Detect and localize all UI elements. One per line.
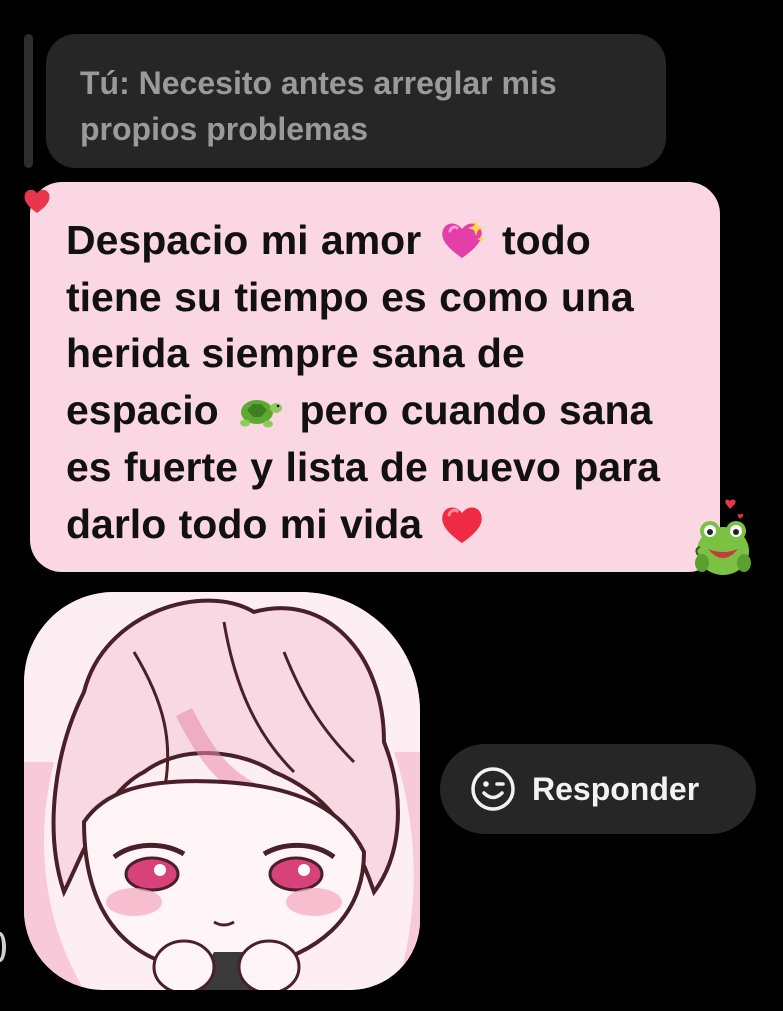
sparkling-heart-icon	[438, 218, 486, 262]
red-heart-icon	[438, 502, 486, 546]
turtle-icon	[235, 388, 283, 432]
quoted-message-text: Tú: Necesito antes arreglar mis propios …	[80, 65, 557, 147]
message-text-part-1: Despacio mi amor	[66, 217, 434, 263]
reaction-heart-icon	[24, 189, 50, 213]
quoted-message[interactable]: Tú: Necesito antes arreglar mis propios …	[46, 34, 666, 168]
message-bubble[interactable]: Despacio mi amor todo tiene su tiempo es…	[30, 182, 720, 572]
message-text: Despacio mi amor todo tiene su tiempo es…	[66, 212, 684, 552]
anime-pink-hair-girl-sticker[interactable]	[24, 592, 420, 990]
reply-quote-bar	[24, 34, 33, 168]
scroll-edge-indicator	[0, 932, 6, 962]
reply-button[interactable]: Responder	[440, 744, 756, 834]
reply-button-label: Responder	[532, 770, 700, 807]
frog-love-sticker-icon[interactable]	[690, 495, 756, 583]
wink-face-icon	[471, 767, 515, 811]
